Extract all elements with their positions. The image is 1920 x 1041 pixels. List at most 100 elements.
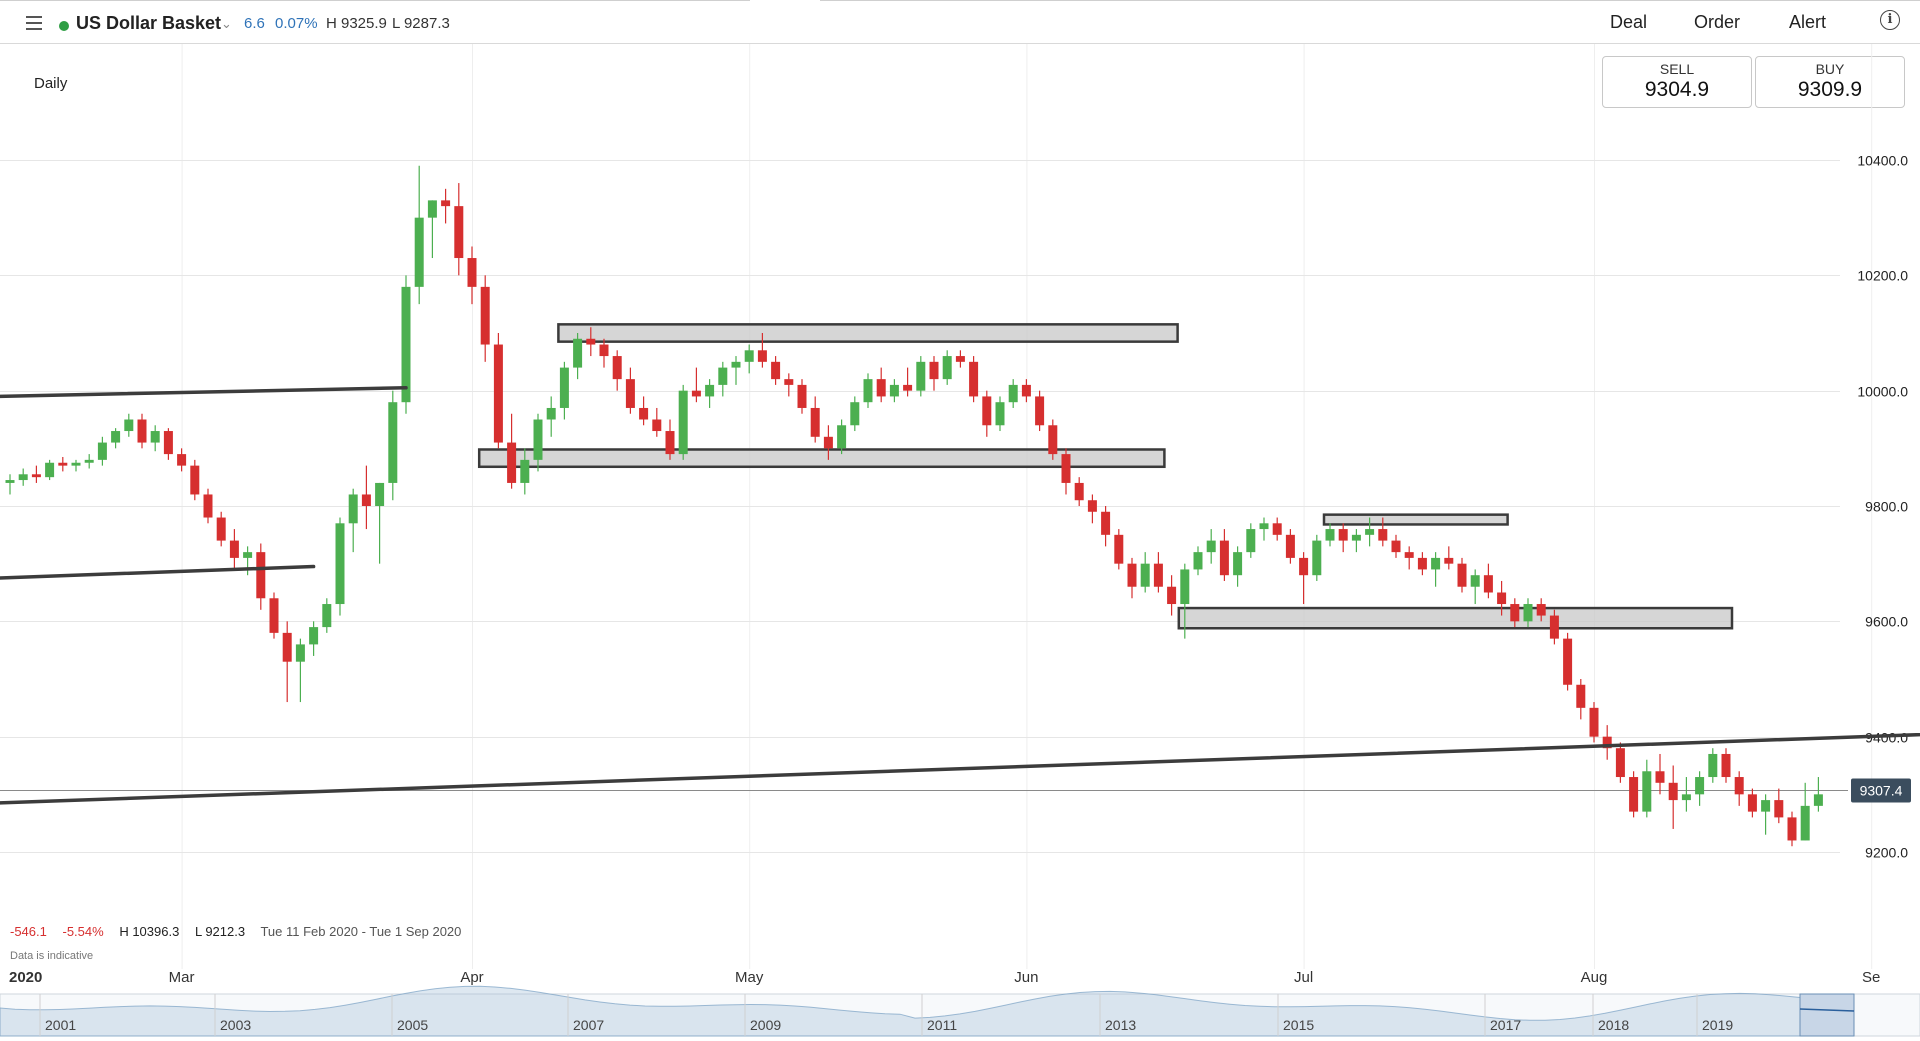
candle-body — [1338, 529, 1348, 541]
candle-body — [929, 361, 939, 380]
navigator-year-label: 2018 — [1598, 1017, 1629, 1033]
candle-body — [1087, 500, 1097, 512]
candle-body — [1497, 592, 1507, 605]
trendline — [0, 386, 408, 399]
x-axis-label: Aug — [1581, 969, 1608, 986]
y-tick-label: 9600.0 — [1865, 614, 1908, 630]
candle-body — [1417, 557, 1427, 570]
candle-body — [5, 480, 15, 483]
candle-body — [559, 367, 569, 408]
candle-body — [903, 384, 913, 391]
range-high: H 10396.3 — [119, 924, 180, 939]
candle-body — [229, 540, 239, 558]
price-chart[interactable]: 10400.010200.010000.09800.09600.09400.09… — [0, 44, 1920, 1041]
x-axis-label: May — [735, 969, 764, 986]
candle-body — [97, 442, 107, 460]
candle-body — [137, 419, 147, 443]
candle-body — [784, 379, 794, 385]
candle-body — [1378, 529, 1388, 541]
candle-body — [335, 523, 345, 605]
candle-body — [203, 494, 213, 518]
candle-body — [1127, 563, 1137, 587]
candle-body — [665, 431, 675, 455]
candle-body — [982, 396, 992, 426]
candle-body — [507, 442, 517, 483]
x-axis-label: Apr — [460, 969, 483, 986]
y-tick-label: 10400.0 — [1857, 153, 1908, 169]
candle-body — [1365, 529, 1375, 535]
navigator: 2001 2003 2005 2007 2009 2011 2013 2015 2017 2018… — [0, 985, 1920, 1037]
candle-body — [1008, 384, 1018, 403]
candle-body — [1153, 563, 1163, 587]
candle-body — [190, 465, 200, 495]
candle-body — [282, 632, 292, 662]
current-price-tag: 9307.4 — [1851, 778, 1911, 803]
candle-body — [1180, 569, 1190, 605]
candle-body — [256, 552, 266, 599]
range-change-percent: -5.54% — [62, 924, 104, 939]
candle-body — [1668, 782, 1678, 801]
top-edge-right — [820, 0, 1920, 1]
candle-body — [1299, 557, 1309, 576]
candle-body — [388, 402, 398, 483]
candle-body — [1167, 586, 1177, 605]
candle-body — [1655, 771, 1665, 783]
hamburger-menu-icon[interactable] — [26, 16, 42, 30]
candle-body — [1536, 604, 1546, 616]
candle-body — [1483, 575, 1493, 593]
candle-body — [150, 431, 160, 443]
candle-body — [837, 425, 847, 449]
data-indicative-note: Data is indicative — [10, 950, 94, 962]
candle-body — [269, 598, 279, 633]
candle-body — [573, 338, 583, 368]
candle-body — [1312, 540, 1322, 576]
candle-body — [1325, 529, 1335, 541]
candle-body — [1589, 707, 1599, 737]
candle-body — [1615, 748, 1625, 778]
navigator-year-label: 2017 — [1490, 1017, 1521, 1033]
support-resistance-zone — [1322, 513, 1509, 526]
candle-body — [1510, 604, 1520, 622]
candle-body — [612, 356, 622, 380]
alert-button[interactable]: Alert — [1789, 12, 1826, 33]
candle-body — [1774, 800, 1784, 818]
candle-body — [1101, 511, 1111, 535]
candle-body — [427, 200, 437, 218]
candle-body — [639, 407, 649, 420]
navigator-window[interactable] — [1799, 993, 1855, 1037]
candle-body — [18, 474, 28, 481]
candle-body — [1457, 563, 1467, 587]
candle-body — [1219, 540, 1229, 576]
candle-body — [757, 350, 767, 362]
candle-body — [1272, 523, 1282, 535]
range-low: L 9212.3 — [194, 924, 246, 939]
candle-body — [744, 350, 754, 362]
y-tick-label: 9200.0 — [1865, 845, 1908, 861]
candle-body — [375, 482, 385, 506]
candle-body — [124, 419, 134, 432]
instrument-name[interactable]: US Dollar Basket — [76, 13, 221, 34]
order-button[interactable]: Order — [1694, 12, 1740, 33]
chevron-down-icon[interactable]: ⌄ — [221, 16, 232, 32]
info-icon[interactable]: i — [1880, 10, 1900, 30]
candle-body — [955, 356, 965, 362]
date-range: Tue 11 Feb 2020 - Tue 1 Sep 2020 — [260, 924, 462, 939]
candle-body — [1800, 805, 1810, 841]
market-open-dot — [59, 21, 69, 31]
navigator-year-label: 2009 — [750, 1017, 781, 1033]
x-axis-label: Se — [1862, 969, 1880, 986]
deal-button[interactable]: Deal — [1610, 12, 1647, 33]
y-tick-label: 10200.0 — [1857, 268, 1908, 284]
candle-body — [1813, 794, 1823, 806]
candle-body — [1761, 800, 1771, 812]
candle-body — [58, 462, 68, 466]
candle-body — [1734, 777, 1744, 795]
navigator-year-label: 2005 — [397, 1017, 428, 1033]
navigator-year-label: 2011 — [927, 1017, 957, 1033]
top-bar: US Dollar Basket ⌄ 6.6 0.07% H 9325.9 L … — [0, 0, 1920, 44]
candle-body — [1431, 557, 1441, 570]
candle-body — [599, 344, 609, 357]
candle-body — [520, 459, 530, 483]
candle-body — [1074, 482, 1084, 501]
candle-body — [1246, 529, 1256, 553]
